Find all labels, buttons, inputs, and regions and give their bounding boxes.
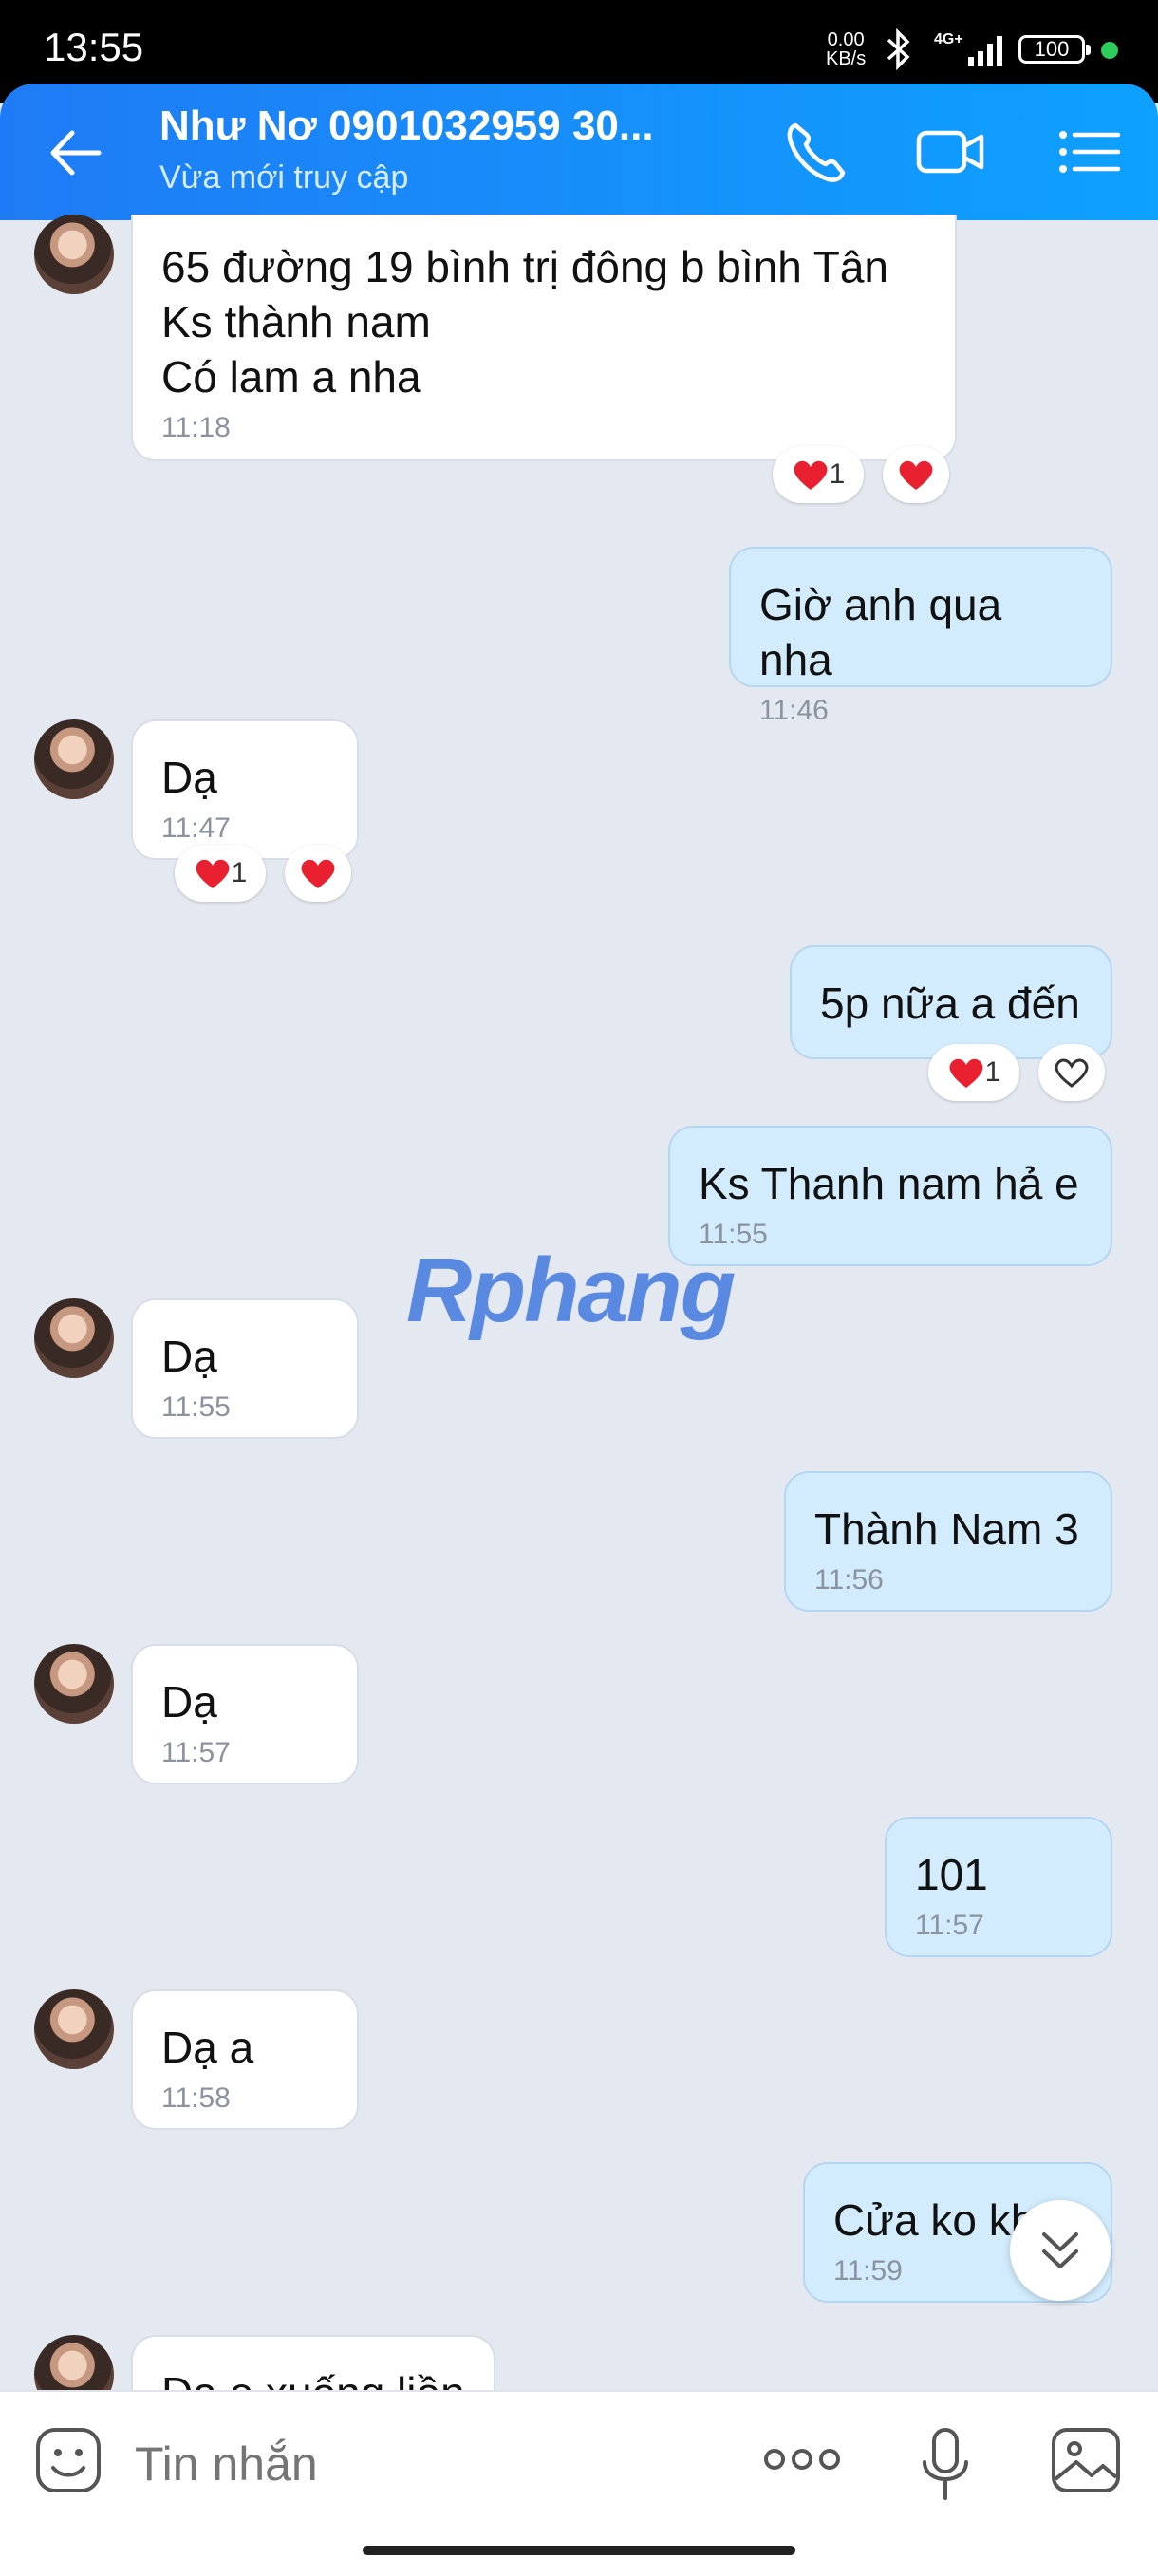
battery-indicator: 100 [1018, 35, 1091, 64]
message-time: 11:57 [161, 1737, 231, 1768]
heart-reaction-button[interactable] [1038, 1044, 1105, 1101]
active-dot [1101, 42, 1118, 59]
message-bubble-incoming[interactable]: 65 đường 19 bình trị đông b bình Tân Ks … [131, 215, 957, 461]
message-bubble-incoming[interactable]: Dạ 11:57 [131, 1644, 359, 1784]
image-gallery-icon[interactable] [1050, 2426, 1122, 2494]
contact-status: Vừa mới truy cập [159, 159, 409, 196]
message-bubble-outgoing[interactable]: 101 11:57 [885, 1817, 1112, 1957]
message-text: 101 [915, 1850, 988, 1899]
watermark-logo: Rphang [406, 1240, 736, 1341]
reaction-number: 1 [829, 458, 846, 490]
heart-icon [196, 859, 230, 888]
message-bubble-incoming[interactable]: Dạ 11:55 [131, 1298, 359, 1439]
back-arrow-icon[interactable] [46, 123, 104, 182]
message-text: Dạ [161, 1677, 217, 1727]
heart-icon [301, 859, 335, 888]
avatar[interactable] [34, 215, 114, 294]
heart-reaction-button[interactable] [883, 446, 949, 503]
reaction-number: 1 [984, 1056, 1001, 1088]
heart-reaction-button[interactable] [285, 845, 351, 902]
message-bubble-outgoing[interactable]: 5p nữa a đến [790, 945, 1112, 1059]
message-time: 11:56 [814, 1564, 884, 1596]
heart-icon [794, 460, 828, 490]
avatar[interactable] [34, 1644, 114, 1724]
message-time: 11:18 [161, 412, 231, 443]
status-time: 13:55 [44, 25, 144, 69]
heart-outline-icon [1055, 1058, 1089, 1088]
net-speed: 0.00 KB/s [826, 29, 867, 69]
message-bubble-incoming[interactable]: Dạ a 11:58 [131, 1989, 359, 2130]
reaction-number: 1 [231, 857, 248, 888]
more-options-icon[interactable] [761, 2436, 843, 2483]
scroll-to-bottom-button[interactable] [1010, 2200, 1111, 2301]
phone-icon[interactable] [780, 116, 852, 188]
reaction-count[interactable]: 1 [773, 446, 864, 503]
bluetooth-icon [887, 28, 910, 70]
reaction-count[interactable]: 1 [928, 1044, 1019, 1101]
message-bubble-outgoing[interactable]: Giờ anh qua nha 11:46 [729, 547, 1112, 726]
message-time: 11:55 [161, 1391, 231, 1423]
message-text: Giờ anh qua nha [759, 580, 1002, 684]
microphone-icon[interactable] [917, 2426, 974, 2502]
double-chevron-down-icon [1042, 2232, 1078, 2268]
message-text: Ks Thanh nam hả e [699, 1159, 1079, 1208]
home-indicator [363, 2546, 795, 2555]
chat-header: Như Nơ 0901032959 30... Vừa mới truy cập [0, 84, 1158, 220]
message-bubble-incoming[interactable]: Dạ 11:47 [131, 719, 359, 860]
message-bubble-outgoing[interactable]: Thành Nam 3 11:56 [784, 1471, 1112, 1612]
message-text: Dạ [161, 1332, 217, 1381]
reaction-count[interactable]: 1 [175, 845, 266, 902]
message-time: 11:46 [759, 695, 829, 726]
message-text: 5p nữa a đến [820, 979, 1080, 1028]
video-call-icon[interactable] [915, 116, 987, 188]
heart-icon [949, 1058, 983, 1088]
message-text: Dạ [161, 753, 217, 802]
message-time: 11:57 [915, 1910, 984, 1941]
heart-icon [899, 460, 933, 490]
message-text: Thành Nam 3 [814, 1504, 1079, 1554]
avatar[interactable] [34, 719, 114, 799]
message-time: 11:58 [161, 2082, 231, 2114]
signal-icon: 4G+ [934, 31, 1002, 66]
message-text: 65 đường 19 bình trị đông b bình Tân Ks … [161, 242, 889, 401]
message-input[interactable] [133, 2436, 706, 2492]
menu-list-icon[interactable] [1054, 116, 1126, 188]
avatar[interactable] [34, 1989, 114, 2069]
network-type: 4G+ [934, 31, 963, 47]
sticker-icon[interactable] [34, 2426, 103, 2494]
contact-name[interactable]: Như Nơ 0901032959 30... [159, 103, 654, 150]
message-text: Dạ a [161, 2023, 254, 2072]
message-time: 11:47 [161, 812, 231, 844]
avatar[interactable] [34, 1298, 114, 1378]
